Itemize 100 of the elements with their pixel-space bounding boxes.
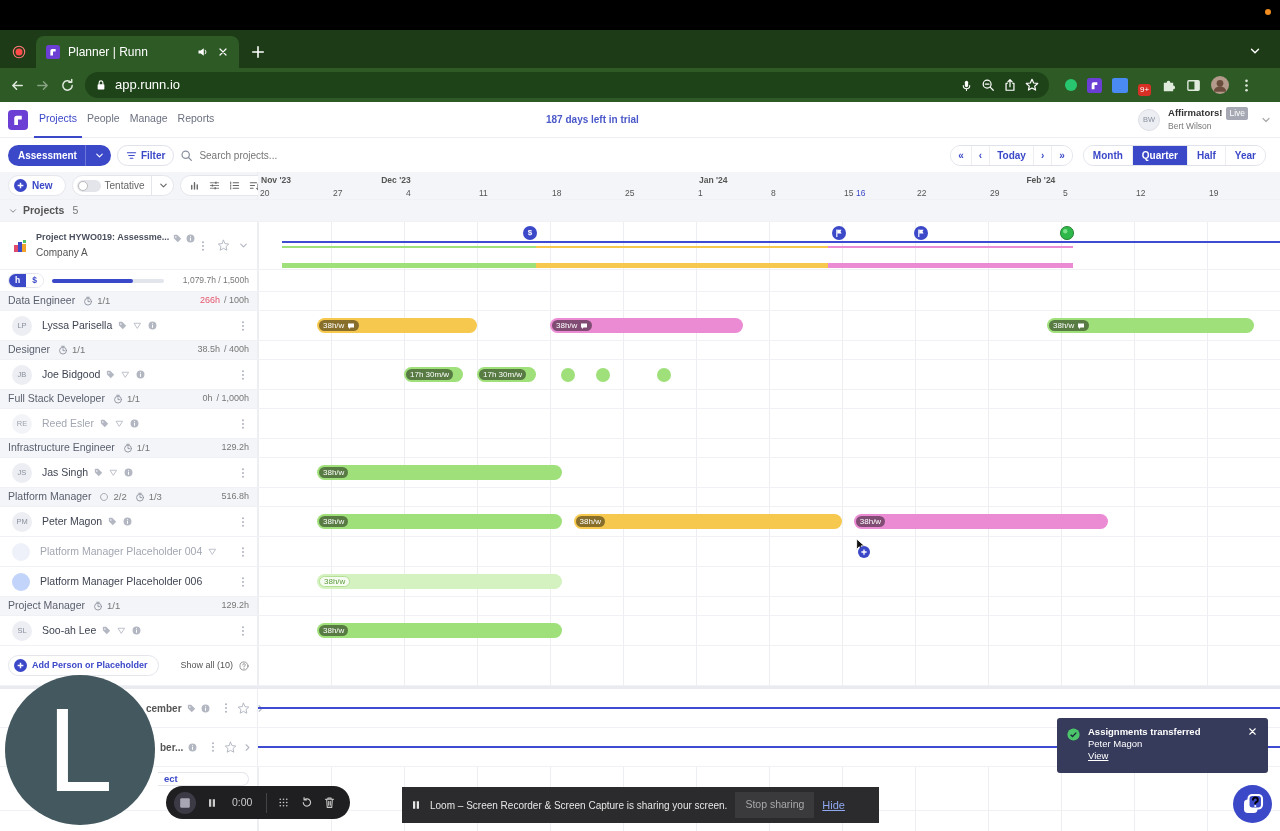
filter-button[interactable]: Filter xyxy=(116,144,175,166)
milestone-icon[interactable] xyxy=(1059,226,1074,240)
day-label: 12 xyxy=(1136,187,1146,199)
assignment-bar[interactable]: 38h/w xyxy=(573,514,842,529)
role-name: Data Engineer xyxy=(8,293,76,309)
search-field[interactable]: Search projects... xyxy=(197,146,368,164)
budget-milestone[interactable]: $ xyxy=(523,226,538,240)
person-name[interactable]: Platform Manager Placeholder 006 xyxy=(40,573,203,590)
nav-tab[interactable]: Manage xyxy=(124,100,173,139)
role-count: 1/1 xyxy=(97,293,111,308)
comment-icon xyxy=(347,321,356,330)
hide-link[interactable]: Hide xyxy=(822,796,845,814)
avatar-icon[interactable] xyxy=(1211,76,1230,94)
day-label: 15 xyxy=(844,187,854,199)
sliders-icon[interactable] xyxy=(208,180,220,191)
scale-tab[interactable]: Year xyxy=(1224,145,1265,165)
person-name[interactable]: Soo-ah Lee xyxy=(42,622,97,639)
nav-tab[interactable]: Reports xyxy=(172,100,220,139)
project-name[interactable]: cember xyxy=(146,700,182,716)
pause-icon[interactable] xyxy=(206,796,218,809)
person-name[interactable]: Joe Bidgood xyxy=(42,366,101,383)
help-icon xyxy=(239,660,249,671)
comment-icon xyxy=(580,321,589,330)
close-icon[interactable] xyxy=(1247,726,1258,737)
assignment-bar[interactable]: 17h 30m/w xyxy=(404,367,463,382)
role-count: 1/3 xyxy=(148,489,162,504)
star-icon[interactable] xyxy=(224,740,238,754)
assignment-dot[interactable] xyxy=(560,368,575,382)
browser-tab[interactable]: Planner | Runn xyxy=(36,36,239,68)
address-bar[interactable]: app.runn.io xyxy=(85,72,1049,98)
star-icon[interactable] xyxy=(236,701,250,715)
share-icon[interactable] xyxy=(1003,78,1017,92)
extension-icon[interactable] xyxy=(1112,77,1128,93)
show-all-link[interactable]: Show all (10) xyxy=(180,658,233,673)
person-name[interactable]: Jas Singh xyxy=(42,464,89,481)
nav-tab[interactable]: People xyxy=(81,100,125,139)
info-icon xyxy=(200,703,210,713)
undo-icon[interactable] xyxy=(300,796,314,809)
scale-tab[interactable]: Quarter xyxy=(1131,145,1187,165)
assignment-bar[interactable]: 38h/w xyxy=(317,623,562,638)
hours-total: / 400h xyxy=(223,343,249,357)
extension-icon[interactable] xyxy=(1065,79,1077,91)
extension-badge[interactable]: 9+ xyxy=(1138,84,1152,96)
assignment-bar[interactable]: 38h/w xyxy=(317,318,477,333)
assignment-bar[interactable]: 38h/w xyxy=(317,574,562,589)
day-label: 27 xyxy=(333,187,343,199)
unit-toggle[interactable]: h xyxy=(9,274,27,287)
project-name[interactable]: Project HYWO019: Assessme... xyxy=(36,231,170,245)
sidebar-icon[interactable] xyxy=(1186,77,1202,93)
project-count: 5 xyxy=(72,202,79,218)
project-name[interactable]: ber... xyxy=(160,739,184,755)
month-label: Feb '24 xyxy=(1026,174,1056,187)
app-logo-icon[interactable] xyxy=(1087,77,1102,93)
add-person-button[interactable]: Add Person or Placeholder xyxy=(8,655,159,676)
help-button[interactable] xyxy=(1233,785,1272,823)
date-nav-button[interactable]: » xyxy=(1051,145,1072,165)
assignment-bar[interactable]: 38h/w xyxy=(1047,318,1255,333)
view-dropdown[interactable]: Assessment xyxy=(8,144,111,166)
person-name[interactable]: Peter Magon xyxy=(42,513,103,530)
person-name[interactable]: Lyssa Parisella xyxy=(42,317,113,334)
new-tab-icon[interactable] xyxy=(251,45,265,59)
star-icon[interactable] xyxy=(217,239,230,252)
info-icon xyxy=(132,626,142,635)
assignment-dot[interactable] xyxy=(596,368,611,382)
tag-icon xyxy=(118,321,128,330)
tentative-toggle[interactable] xyxy=(76,179,101,192)
assignment-bar[interactable]: 38h/w xyxy=(317,514,562,529)
assignment-bar[interactable]: 38h/w xyxy=(317,465,562,480)
grid-icon[interactable] xyxy=(277,796,291,809)
view-link[interactable]: View xyxy=(1088,749,1239,762)
close-icon[interactable] xyxy=(217,46,229,58)
assignment-bar[interactable]: 38h/w xyxy=(550,318,744,333)
new-button[interactable]: New xyxy=(8,175,66,196)
add-project-button[interactable]: ect xyxy=(158,772,249,786)
role-name: Project Manager xyxy=(8,598,86,614)
assignment-bar[interactable]: 17h 30m/w xyxy=(477,367,536,382)
month-label: Dec '23 xyxy=(381,174,411,187)
stop-icon[interactable] xyxy=(174,791,196,814)
trial-notice: 187 days left in trial xyxy=(546,113,639,127)
role-name: Infrastructure Engineer xyxy=(8,440,115,456)
bar-chart-icon[interactable] xyxy=(188,180,200,191)
timer-icon xyxy=(93,601,104,611)
flag-icon[interactable] xyxy=(913,226,928,240)
pause-icon xyxy=(410,799,422,811)
trash-icon[interactable] xyxy=(323,796,337,809)
flag-icon[interactable] xyxy=(831,226,846,240)
assignment-bar[interactable]: 38h/w xyxy=(853,514,1109,529)
hours-text: 38h/w xyxy=(556,319,578,332)
role-count: 1/1 xyxy=(126,391,141,406)
record-icon[interactable] xyxy=(12,45,26,59)
microphone-icon[interactable] xyxy=(960,78,973,92)
sort-icon[interactable] xyxy=(248,180,260,191)
list-icon[interactable] xyxy=(228,180,240,191)
user-name: Bert Wilson xyxy=(1168,120,1213,133)
zoom-icon[interactable] xyxy=(981,78,995,92)
reload-icon[interactable] xyxy=(60,77,75,93)
assignment-dot[interactable] xyxy=(657,368,672,382)
month-label: Nov '23 xyxy=(261,174,291,187)
stop-sharing-button[interactable]: Stop sharing xyxy=(735,792,815,818)
nav-tab[interactable]: Projects xyxy=(34,100,82,139)
